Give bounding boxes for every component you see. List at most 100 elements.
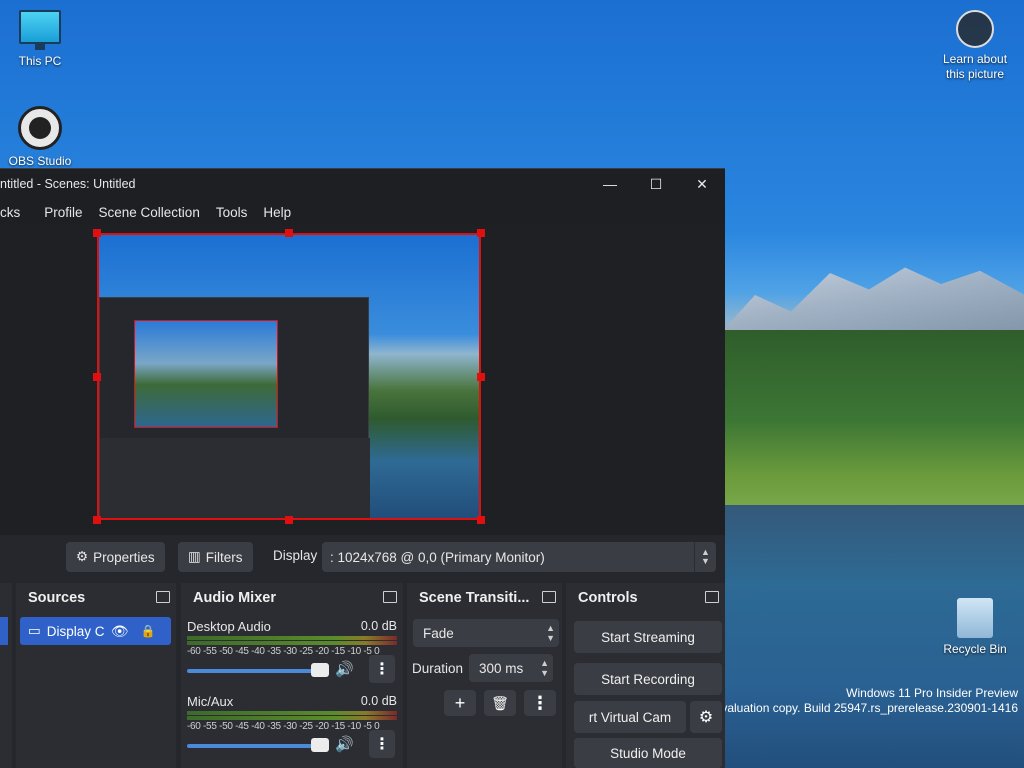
volume-meter <box>187 716 397 720</box>
desktop-icon-label: Recycle Bin <box>943 642 1007 656</box>
channel-menu-button[interactable]: ⋮ <box>369 655 395 683</box>
controls-header: Controls <box>566 583 725 613</box>
source-item-label: Display Ca <box>46 623 105 639</box>
kebab-icon: ⋮ <box>531 692 549 713</box>
volume-meter <box>187 636 397 640</box>
properties-button[interactable]: ⚙ Properties <box>66 542 165 572</box>
filters-button[interactable]: ▥ Filters <box>178 542 253 572</box>
filters-label: Filters <box>205 549 243 565</box>
monitor-icon: ▭ <box>28 623 41 638</box>
sources-header: Sources <box>16 583 176 613</box>
controls-dock: Controls Start Streaming Start Recording… <box>566 583 725 768</box>
gear-icon: ⚙ <box>76 549 89 564</box>
resize-handle-tl[interactable] <box>93 229 101 237</box>
transitions-dock: Scene Transiti... Fade ▲ ▼ Duration 300 m… <box>407 583 562 768</box>
minimize-button[interactable]: — <box>587 169 633 199</box>
start-virtual-cam-button[interactable]: rt Virtual Cam <box>574 701 686 733</box>
desktop-icon-learn[interactable]: Learn about this picture <box>935 10 1015 82</box>
preview-canvas[interactable] <box>0 225 725 535</box>
transition-menu-button[interactable]: ⋮ <box>524 690 556 716</box>
close-button[interactable]: ✕ <box>679 169 725 199</box>
menu-profile[interactable]: Profile <box>28 205 90 220</box>
resize-handle-bl[interactable] <box>93 516 101 524</box>
display-label: Display <box>273 548 318 563</box>
resize-handle-r[interactable] <box>477 373 485 381</box>
volume-slider[interactable] <box>187 669 327 673</box>
desktop-icon-label: This PC <box>18 54 62 68</box>
undock-icon[interactable] <box>156 591 170 603</box>
desktop-icon-label: OBS Studio <box>8 154 72 168</box>
start-recording-button[interactable]: Start Recording <box>574 663 722 695</box>
chevron-updown-icon: ▲ ▼ <box>546 623 555 643</box>
speaker-icon[interactable]: 🔊 <box>335 660 354 678</box>
menu-bar: cks Profile Scene Collection Tools Help <box>0 199 725 225</box>
watermark-line1: Windows 11 Pro Insider Preview <box>846 686 1018 700</box>
volume-slider-knob[interactable] <box>311 738 329 752</box>
nested-obs-window <box>99 297 370 518</box>
lock-icon[interactable]: 🔒 <box>141 624 156 638</box>
scenes-dock <box>0 583 12 768</box>
nested-docks <box>100 438 370 518</box>
wallpaper-trees <box>725 330 1024 510</box>
chevron-updown-icon: ▲ ▼ <box>694 542 716 572</box>
volume-meter <box>187 711 397 715</box>
gear-icon: ⚙ <box>698 709 714 726</box>
undock-icon[interactable] <box>705 591 719 603</box>
transition-select[interactable]: Fade ▲ ▼ <box>413 619 559 647</box>
undock-icon[interactable] <box>383 591 397 603</box>
virtual-cam-settings-button[interactable]: ⚙ <box>690 701 722 733</box>
properties-label: Properties <box>93 549 155 565</box>
sources-dock: Sources ▭ Display Ca 👁 🔒 <box>16 583 176 768</box>
desktop-icon-obs[interactable]: OBS Studio <box>0 106 80 168</box>
volume-slider[interactable] <box>187 744 327 748</box>
desktop-icon-label: Learn about this picture <box>942 52 1008 81</box>
preview-source[interactable] <box>97 233 481 520</box>
eye-icon[interactable]: 👁 <box>111 623 129 640</box>
audio-mixer-header: Audio Mixer <box>181 583 403 613</box>
display-value: : 1024x768 @ 0,0 (Primary Monitor) <box>330 549 545 565</box>
scene-item[interactable] <box>0 617 8 645</box>
desktop-icon-recycle-bin[interactable]: Recycle Bin <box>935 598 1015 656</box>
resize-handle-l[interactable] <box>93 373 101 381</box>
channel-menu-button[interactable]: ⋮ <box>369 730 395 758</box>
desktop-icon-this-pc[interactable]: This PC <box>0 10 80 68</box>
spin-arrows-icon[interactable]: ▲ ▼ <box>540 658 549 678</box>
obs-logo-icon <box>18 106 62 150</box>
source-item[interactable]: ▭ Display Ca 👁 🔒 <box>20 617 171 645</box>
resize-handle-b[interactable] <box>285 516 293 524</box>
audio-mixer-dock: Audio Mixer Desktop Audio 0.0 dB -60 -55… <box>181 583 403 768</box>
undock-icon[interactable] <box>542 591 556 603</box>
watermark-line2: Evaluation copy. Build 25947.rs_prerelea… <box>713 701 1018 715</box>
display-select[interactable]: : 1024x768 @ 0,0 (Primary Monitor) ▲ ▼ <box>322 542 716 572</box>
channel-db: 0.0 dB <box>360 694 397 708</box>
meter-ticks: -60 -55 -50 -45 -40 -35 -30 -25 -20 -15 … <box>187 646 380 657</box>
speaker-icon[interactable]: 🔊 <box>335 735 354 753</box>
transitions-title: Scene Transiti... <box>419 590 530 606</box>
channel-db: 0.0 dB <box>360 619 397 633</box>
duration-spinbox[interactable]: 300 ms ▲ ▼ <box>469 654 553 682</box>
remove-transition-button[interactable]: 🗑 <box>484 690 516 716</box>
obs-window: ntitled - Scenes: Untitled — ☐ ✕ cks Pro… <box>0 168 725 768</box>
audio-mixer-title: Audio Mixer <box>193 590 276 606</box>
nested-preview <box>134 320 278 428</box>
menu-tools[interactable]: Tools <box>208 205 256 220</box>
resize-handle-tr[interactable] <box>477 229 485 237</box>
menu-help[interactable]: Help <box>255 205 299 220</box>
volume-slider-knob[interactable] <box>311 663 329 677</box>
title-bar[interactable]: ntitled - Scenes: Untitled — ☐ ✕ <box>0 169 725 199</box>
source-toolbar: ⚙ Properties ▥ Filters Display : 1024x76… <box>0 540 725 574</box>
trash-icon: 🗑 <box>491 694 509 711</box>
menu-docks[interactable]: cks <box>0 205 28 220</box>
maximize-button[interactable]: ☐ <box>633 169 679 199</box>
start-streaming-button[interactable]: Start Streaming <box>574 621 722 653</box>
window-title: ntitled - Scenes: Untitled <box>0 177 136 191</box>
transition-value: Fade <box>423 625 454 641</box>
studio-mode-button[interactable]: Studio Mode <box>574 738 722 768</box>
menu-scene-collection[interactable]: Scene Collection <box>91 205 208 220</box>
mixer-channel-desktop: Desktop Audio 0.0 dB -60 -55 -50 -45 -40… <box>187 619 397 685</box>
resize-handle-t[interactable] <box>285 229 293 237</box>
transitions-header: Scene Transiti... <box>407 583 562 613</box>
add-transition-button[interactable]: + <box>444 690 476 716</box>
resize-handle-br[interactable] <box>477 516 485 524</box>
duration-value: 300 ms <box>479 660 524 676</box>
